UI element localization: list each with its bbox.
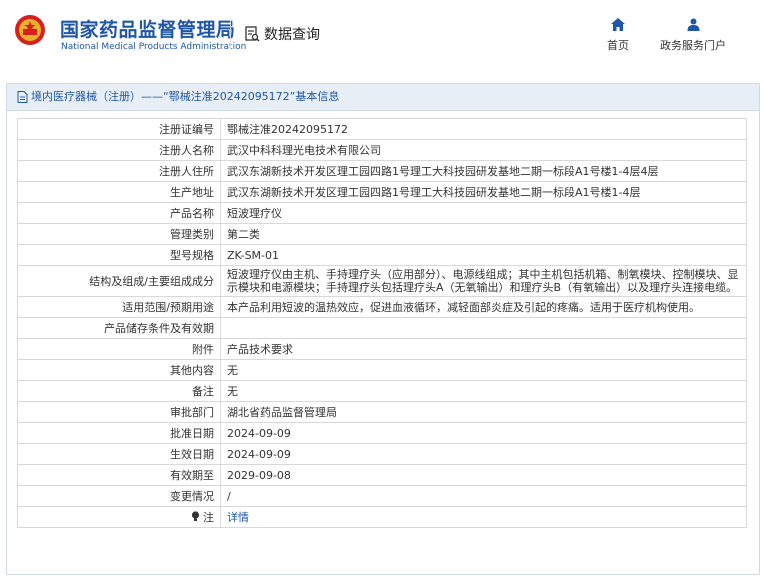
document-search-icon xyxy=(245,26,260,42)
field-value xyxy=(220,317,747,339)
nav-home-label: 首页 xyxy=(607,39,629,52)
header: 国家药品监督管理局 National Medical Products Admi… xyxy=(0,0,764,68)
table-row: 适用范围/预期用途 本产品利用短波的温热效应，促进血液循环，减轻面部炎症及引起的… xyxy=(17,296,747,318)
field-label: 备注 xyxy=(17,380,221,402)
data-query-link[interactable]: 数据查询 xyxy=(244,24,320,44)
nav-gov-portal-label: 政务服务门户 xyxy=(660,39,726,52)
field-value: 武汉东湖新技术开发区理工园四路1号理工大科技园研发基地二期一标段A1号楼1-4层… xyxy=(220,160,747,182)
table-row: 备注 无 xyxy=(17,380,747,402)
field-label: 管理类别 xyxy=(17,223,221,245)
field-label: 注册人住所 xyxy=(17,160,221,182)
document-icon xyxy=(17,91,28,103)
table-row: 注 详情 xyxy=(17,506,747,528)
table-row: 型号规格 ZK-SM-01 xyxy=(17,244,747,266)
table-row: 产品名称 短波理疗仪 xyxy=(17,202,747,224)
table-row: 其他内容 无 xyxy=(17,359,747,381)
table-row: 注册证编号 鄂械注准20242095172 xyxy=(17,118,747,140)
field-value: 短波理疗仪由主机、手持理疗头（应用部分）、电源线组成；其中主机包括机箱、制氧模块… xyxy=(220,265,747,297)
table-row: 管理类别 第二类 xyxy=(17,223,747,245)
table-row: 变更情况 / xyxy=(17,485,747,507)
note-value-cell: 详情 xyxy=(220,506,747,528)
info-table: 注册证编号 鄂械注准20242095172 注册人名称 武汉中科科理光电技术有限… xyxy=(17,118,747,528)
table-row: 生产地址 武汉东湖新技术开发区理工园四路1号理工大科技园研发基地二期一标段A1号… xyxy=(17,181,747,203)
field-value: 湖北省药品监督管理局 xyxy=(220,401,747,423)
field-label: 附件 xyxy=(17,338,221,360)
org-name-en: National Medical Products Administration xyxy=(61,42,247,52)
home-icon xyxy=(611,18,625,31)
field-value: 第二类 xyxy=(220,223,747,245)
table-row: 注册人住所 武汉东湖新技术开发区理工园四路1号理工大科技园研发基地二期一标段A1… xyxy=(17,160,747,182)
field-label: 注册人名称 xyxy=(17,139,221,161)
field-value: 本产品利用短波的温热效应，促进血液循环，减轻面部炎症及引起的疼痛。适用于医疗机构… xyxy=(220,296,747,318)
lightbulb-icon xyxy=(191,510,199,521)
note-label-cell: 注 xyxy=(17,506,221,528)
field-value: 2024-09-09 xyxy=(220,443,747,465)
org-name-cn: 国家药品监督管理局 xyxy=(60,19,236,41)
table-row: 附件 产品技术要求 xyxy=(17,338,747,360)
field-label: 变更情况 xyxy=(17,485,221,507)
field-label: 适用范围/预期用途 xyxy=(17,296,221,318)
field-label: 其他内容 xyxy=(17,359,221,381)
field-value: 无 xyxy=(220,380,747,402)
table-row: 生效日期 2024-09-09 xyxy=(17,443,747,465)
nav-gov-portal[interactable]: 政务服务门户 xyxy=(660,18,726,53)
field-label: 型号规格 xyxy=(17,244,221,266)
field-label: 有效期至 xyxy=(17,464,221,486)
nav-home[interactable]: 首页 xyxy=(607,18,629,53)
field-value: 产品技术要求 xyxy=(220,338,747,360)
field-value: 无 xyxy=(220,359,747,381)
field-label: 注册证编号 xyxy=(17,118,221,140)
field-value: 短波理疗仪 xyxy=(220,202,747,224)
header-divider xyxy=(230,20,231,50)
table-row: 结构及组成/主要组成成分 短波理疗仪由主机、手持理疗头（应用部分）、电源线组成；… xyxy=(17,265,747,297)
breadcrumb: 境内医疗器械（注册）——“鄂械注准20242095172”基本信息 xyxy=(7,84,759,111)
field-value: 鄂械注准20242095172 xyxy=(220,118,747,140)
details-link[interactable]: 详情 xyxy=(227,511,249,524)
detail-panel: 境内医疗器械（注册）——“鄂械注准20242095172”基本信息 注册证编号 … xyxy=(6,83,760,575)
field-label: 生效日期 xyxy=(17,443,221,465)
field-label: 批准日期 xyxy=(17,422,221,444)
field-value: / xyxy=(220,485,747,507)
field-value: 武汉东湖新技术开发区理工园四路1号理工大科技园研发基地二期一标段A1号楼1-4层 xyxy=(220,181,747,203)
field-label: 产品名称 xyxy=(17,202,221,224)
field-value: 武汉中科科理光电技术有限公司 xyxy=(220,139,747,161)
table-row: 注册人名称 武汉中科科理光电技术有限公司 xyxy=(17,139,747,161)
table-row: 产品储存条件及有效期 xyxy=(17,317,747,339)
emblem-logo xyxy=(15,15,45,45)
field-value: 2029-09-08 xyxy=(220,464,747,486)
note-label: 注 xyxy=(203,510,214,524)
breadcrumb-text: 境内医疗器械（注册）——“鄂械注准20242095172”基本信息 xyxy=(31,90,340,103)
field-value: ZK-SM-01 xyxy=(220,244,747,266)
field-label: 产品储存条件及有效期 xyxy=(17,317,221,339)
user-icon xyxy=(687,18,699,31)
field-label: 审批部门 xyxy=(17,401,221,423)
table-row: 有效期至 2029-09-08 xyxy=(17,464,747,486)
field-label: 结构及组成/主要组成成分 xyxy=(17,265,221,297)
table-row: 批准日期 2024-09-09 xyxy=(17,422,747,444)
field-value: 2024-09-09 xyxy=(220,422,747,444)
field-label: 生产地址 xyxy=(17,181,221,203)
table-row: 审批部门 湖北省药品监督管理局 xyxy=(17,401,747,423)
data-query-label: 数据查询 xyxy=(264,27,320,43)
